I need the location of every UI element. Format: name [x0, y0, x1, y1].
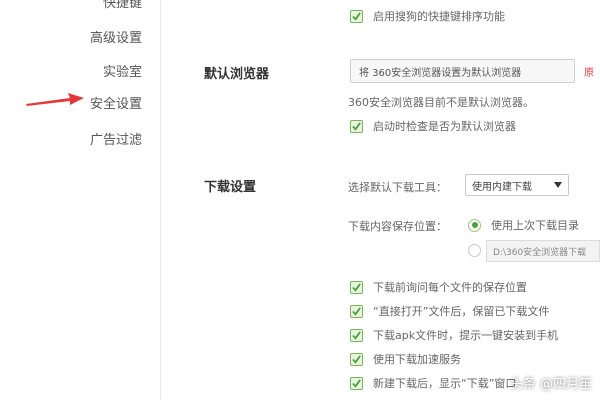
- sidebar-item-security[interactable]: 安全设置: [90, 93, 142, 112]
- download-tool-select[interactable]: 使用内建下载: [465, 174, 569, 196]
- top-checkbox-row: 启用搜狗的快捷键排序功能: [350, 8, 505, 24]
- set-default-browser-button[interactable]: 将 360安全浏览器设置为默认浏览器: [350, 59, 575, 83]
- red-arrow-icon: [24, 92, 86, 116]
- sidebar-item-shortcuts[interactable]: 快捷键: [103, 0, 142, 11]
- checkmark-icon: [352, 378, 361, 388]
- check-default-row: 启动时检查是否为默认浏览器: [350, 118, 516, 134]
- checkmark-icon: [352, 330, 361, 340]
- location-custom-radio[interactable]: [468, 244, 481, 257]
- download-option-checkbox[interactable]: [350, 304, 363, 318]
- default-browser-status: 360安全浏览器目前不是默认浏览器。: [348, 94, 534, 110]
- sidebar-item-adblock[interactable]: 广告过滤: [90, 129, 142, 148]
- watermark: 头条 @四月笙: [509, 377, 592, 392]
- triangle-down-icon: [554, 180, 562, 191]
- location-custom-path[interactable]: D:\360安全浏览器下载: [486, 240, 600, 262]
- checkmark-icon: [352, 306, 361, 316]
- default-browser-title: 默认浏览器: [204, 67, 270, 82]
- download-option-row: 下载前询问每个文件的保存位置: [350, 279, 527, 295]
- download-option-checkbox[interactable]: [350, 376, 363, 390]
- top-checkbox[interactable]: [350, 9, 363, 23]
- download-title: 下载设置: [204, 180, 257, 195]
- sidebar-item-lab[interactable]: 实验室: [103, 61, 142, 80]
- checkmark-icon: [352, 121, 361, 131]
- location-last-label: 使用上次下载目录: [491, 219, 579, 232]
- download-option-checkbox[interactable]: [350, 328, 363, 342]
- download-option-row: 下载apk文件时，提示一键安装到手机: [350, 327, 558, 343]
- sidebar: 快捷键 高级设置 实验室 安全设置 广告过滤: [0, 0, 161, 400]
- check-default-checkbox[interactable]: [350, 119, 363, 133]
- location-custom-row: [468, 244, 481, 257]
- checkmark-icon: [352, 282, 361, 292]
- check-default-label: 启动时检查是否为默认浏览器: [373, 120, 516, 133]
- download-option-label: 下载apk文件时，提示一键安装到手机: [373, 329, 559, 342]
- download-location-label: 下载内容保存位置：: [348, 220, 447, 233]
- download-option-row: 新建下载后，显示“下载”窗口: [350, 375, 516, 391]
- download-option-checkbox[interactable]: [350, 352, 363, 366]
- download-option-label: 使用下载加速服务: [373, 353, 461, 366]
- location-last-row: 使用上次下载目录: [468, 217, 579, 233]
- checkmark-icon: [352, 354, 361, 364]
- checkmark-icon: [352, 11, 361, 21]
- download-option-row: “直接打开”文件后，保留已下载文件: [350, 303, 549, 319]
- download-option-label: “直接打开”文件后，保留已下载文件: [373, 305, 550, 318]
- default-browser-status-text: 360安全浏览器目前不是默认浏览器。: [348, 96, 534, 109]
- download-tool-value: 使用内建下载: [472, 181, 532, 193]
- download-tool-label: 选择默认下载工具：: [348, 181, 447, 194]
- download-option-checkbox[interactable]: [350, 280, 363, 294]
- download-option-label: 下载前询问每个文件的保存位置: [373, 281, 527, 294]
- download-option-row: 使用下载加速服务: [350, 351, 461, 367]
- sidebar-item-advanced[interactable]: 高级设置: [90, 27, 142, 46]
- download-location-row: 下载内容保存位置：: [348, 218, 447, 234]
- default-browser-side-link[interactable]: 原: [584, 64, 594, 79]
- top-checkbox-label: 启用搜狗的快捷键排序功能: [373, 10, 505, 23]
- download-tool-row: 选择默认下载工具：: [348, 179, 447, 195]
- location-last-radio[interactable]: [468, 218, 481, 232]
- download-option-label: 新建下载后，显示“下载”窗口: [373, 377, 517, 390]
